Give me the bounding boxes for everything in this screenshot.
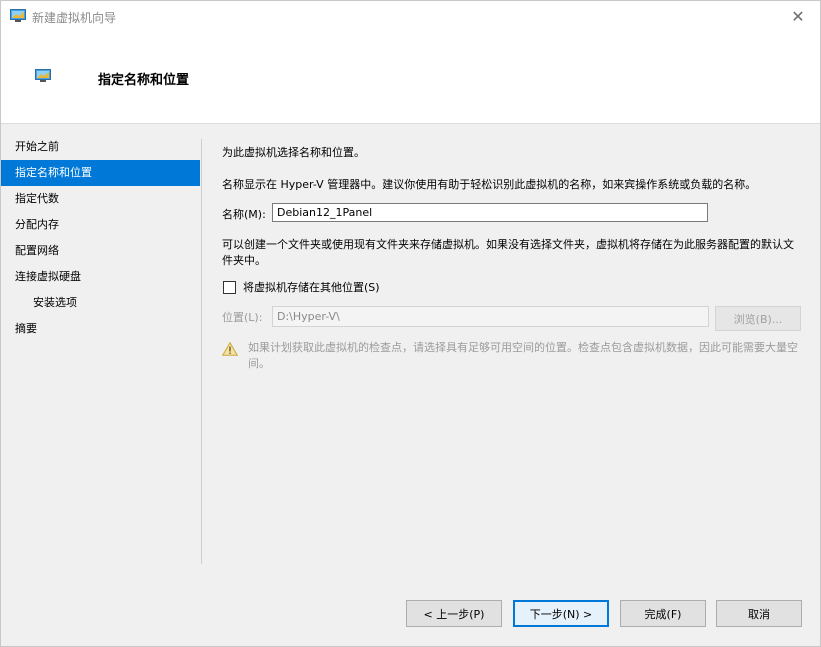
browse-button-label: 浏览(B)... <box>733 312 783 326</box>
nav-item-summary[interactable]: 摘要 <box>1 316 201 342</box>
intro-text: 为此虚拟机选择名称和位置。 <box>222 146 365 159</box>
window-title: 新建虚拟机向导 <box>32 11 117 25</box>
checkpoint-warning: 如果计划获取此虚拟机的检查点，请选择具有足够可用空间的位置。检查点包含虚拟机数据… <box>248 341 798 370</box>
nav-item-virtual-disk[interactable]: 连接虚拟硬盘 <box>1 264 201 290</box>
page-title: 指定名称和位置 <box>98 73 190 88</box>
previous-button-label: < 上一步(P) <box>423 607 485 621</box>
previous-button[interactable]: < 上一步(P) <box>406 600 502 627</box>
finish-button-label: 完成(F) <box>644 607 682 621</box>
name-input[interactable]: Debian12_1Panel <box>272 203 708 222</box>
close-icon: ✕ <box>791 7 805 26</box>
store-elsewhere-checkbox[interactable] <box>223 281 236 294</box>
name-label: 名称(M): <box>222 208 266 221</box>
nav-item-install-options[interactable]: 安装选项 <box>1 290 201 316</box>
close-button[interactable]: ✕ <box>776 1 820 32</box>
finish-button[interactable]: 完成(F) <box>620 600 706 627</box>
cancel-button[interactable]: 取消 <box>716 600 802 627</box>
wizard-header: 指定名称和位置 <box>1 32 820 124</box>
next-button[interactable]: 下一步(N) > <box>513 600 609 627</box>
vm-monitor-icon <box>35 69 51 82</box>
next-button-label: 下一步(N) > <box>529 607 593 621</box>
nav-item-memory[interactable]: 分配内存 <box>1 212 201 238</box>
nav-item-before-you-begin[interactable]: 开始之前 <box>1 134 201 160</box>
nav-divider <box>201 139 202 564</box>
name-description: 名称显示在 Hyper-V 管理器中。建议你使用有助于轻松识别此虚拟机的名称，如… <box>222 178 757 191</box>
nav-item-name-location[interactable]: 指定名称和位置 <box>1 160 200 186</box>
wizard-steps-nav: 开始之前 指定名称和位置 指定代数 分配内存 配置网络 连接虚拟硬盘 安装选项 … <box>1 134 201 342</box>
nav-item-generation[interactable]: 指定代数 <box>1 186 201 212</box>
title-bar: 新建虚拟机向导 ✕ <box>1 1 820 32</box>
folder-description: 可以创建一个文件夹或使用现有文件夹来存储虚拟机。如果没有选择文件夹，虚拟机将存储… <box>222 238 794 267</box>
browse-button[interactable]: 浏览(B)... <box>715 306 801 331</box>
location-label: 位置(L): <box>222 311 263 324</box>
store-elsewhere-label[interactable]: 将虚拟机存储在其他位置(S) <box>243 280 380 296</box>
cancel-button-label: 取消 <box>748 607 770 621</box>
nav-item-network[interactable]: 配置网络 <box>1 238 201 264</box>
warning-icon <box>222 342 238 356</box>
vm-monitor-icon <box>10 9 26 22</box>
location-input[interactable]: D:\Hyper-V\ <box>272 306 709 327</box>
wizard-window: 新建虚拟机向导 ✕ 指定名称和位置 开始之前 指定名称和位置 指定代数 分配内存… <box>0 0 821 647</box>
